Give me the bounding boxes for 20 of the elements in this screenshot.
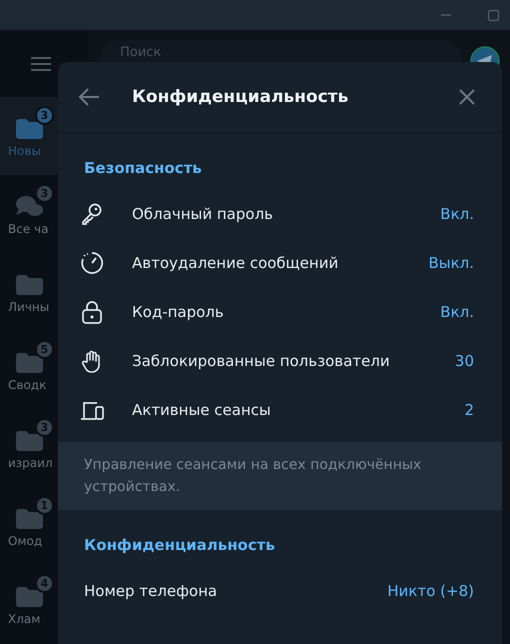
section-heading: Конфиденциальность bbox=[83, 535, 276, 556]
row-label: Активные сеансы bbox=[132, 400, 272, 418]
row-value: Вкл. bbox=[440, 204, 474, 222]
row-label: Облачный пароль bbox=[132, 204, 274, 222]
unread-badge: 5 bbox=[34, 340, 54, 359]
unread-badge: 3 bbox=[34, 184, 54, 203]
row-label: Номер телефона bbox=[84, 582, 218, 600]
row-value: Выкл. bbox=[428, 254, 474, 272]
row-value: Никто (+8) bbox=[387, 582, 474, 600]
row-value: Вкл. bbox=[440, 302, 474, 320]
row-value: 30 bbox=[454, 352, 474, 370]
unread-badge: 4 bbox=[34, 574, 54, 593]
section-note: Управление сеансами на всех подключённых устройствах. bbox=[58, 442, 502, 510]
row-label: Автоудаление сообщений bbox=[132, 254, 340, 272]
unread-badge: 3 bbox=[34, 106, 54, 125]
unread-badge: 3 bbox=[34, 418, 54, 437]
row-value: 2 bbox=[464, 400, 474, 418]
row-label: Заблокированные пользователи bbox=[132, 352, 391, 370]
dialog-title: Конфиденциальность bbox=[132, 87, 350, 107]
row-label: Код-пароль bbox=[132, 302, 225, 320]
